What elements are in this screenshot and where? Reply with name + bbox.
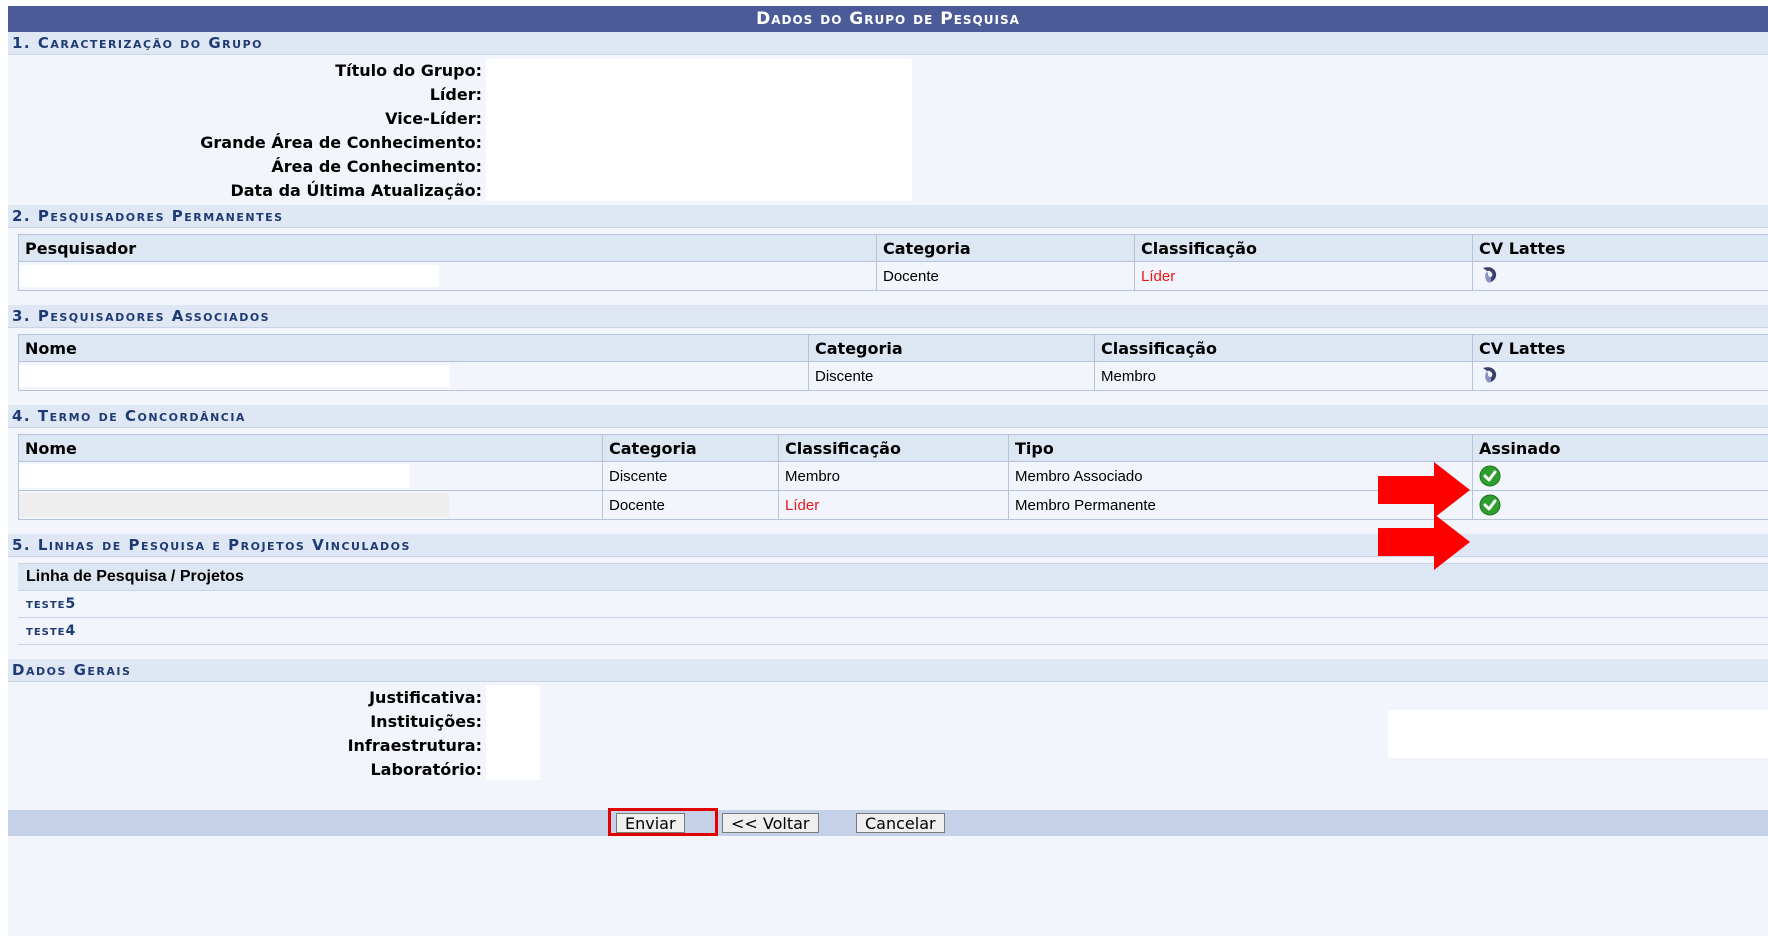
permanentes-table: Pesquisador Categoria Classificação CV L… (18, 234, 1768, 291)
linhas-table-header: Linha de Pesquisa / Projetos (18, 563, 1768, 591)
classificacao-cell: Membro (1094, 361, 1473, 391)
section-dados-gerais-header: Dados Gerais (8, 659, 1768, 682)
voltar-button[interactable]: << Voltar (722, 813, 819, 833)
label-laboratorio: Laboratório: (370, 760, 482, 779)
assinado-cell (1472, 461, 1768, 491)
col-classificacao: Classificação (1134, 234, 1473, 262)
enviar-button[interactable]: Enviar (616, 813, 685, 833)
associados-table: Nome Categoria Classificação CV Lattes D… (18, 334, 1768, 391)
categoria-cell: Discente (808, 361, 1095, 391)
red-arrow-icon (1378, 462, 1470, 518)
list-item: teste4 (18, 618, 1768, 645)
assinado-cell (1472, 490, 1768, 520)
redacted-name (19, 365, 449, 387)
list-item: teste5 (18, 591, 1768, 618)
section-linhas-header: 5. Linhas de Pesquisa e Projetos Vincula… (8, 534, 1768, 557)
col-classificacao: Classificação (1094, 334, 1473, 362)
label-area: Área de Conhecimento: (271, 157, 482, 176)
page-title: Dados do Grupo de Pesquisa (8, 6, 1768, 32)
table-header-row: Nome Categoria Classificação CV Lattes (18, 334, 1768, 362)
table-row: Discente Membro (18, 361, 1768, 391)
section-permanentes-header: 2. Pesquisadores Permanentes (8, 205, 1768, 228)
label-data-atualizacao: Data da Última Atualização: (230, 181, 482, 200)
form-row-data-atualizacao: Data da Última Atualização: (8, 179, 1768, 203)
cv-lattes-icon[interactable] (1479, 265, 1499, 287)
research-group-panel: Dados do Grupo de Pesquisa 1. Caracteriz… (8, 6, 1768, 936)
label-vice-lider: Vice-Líder: (385, 109, 482, 128)
label-lider: Líder: (429, 85, 482, 104)
pesquisador-name-cell (18, 261, 877, 291)
categoria-cell: Discente (602, 461, 779, 491)
cv-lattes-cell (1472, 361, 1768, 391)
classificacao-cell: Membro (778, 461, 1009, 491)
classificacao-cell: Líder (778, 490, 1009, 520)
col-nome: Nome (18, 334, 809, 362)
nome-cell (18, 361, 809, 391)
form-row-titulo: Título do Grupo: (8, 59, 1768, 83)
form-row-infraestrutura: Infraestrutura: (8, 734, 1768, 758)
action-bar: Enviar << Voltar Cancelar (8, 808, 1768, 836)
nome-cell (18, 490, 603, 520)
col-categoria: Categoria (808, 334, 1095, 362)
classificacao-cell: Líder (1134, 261, 1473, 291)
cancelar-button[interactable]: Cancelar (856, 813, 945, 833)
section-termo-header: 4. Termo de Concordância (8, 405, 1768, 428)
redacted-name (19, 464, 409, 488)
dados-gerais-form: Justificativa: Instituições: Infraestrut… (8, 682, 1768, 782)
col-classificacao: Classificação (778, 434, 1009, 462)
table-row: Docente Líder (18, 261, 1768, 291)
cv-lattes-cell (1472, 261, 1768, 291)
form-row-grande-area: Grande Área de Conhecimento: (8, 131, 1768, 155)
redacted-name (19, 493, 449, 517)
col-categoria: Categoria (602, 434, 779, 462)
form-row-instituicoes: Instituições: (8, 710, 1768, 734)
redacted-name (19, 265, 439, 287)
form-row-justificativa: Justificativa: (8, 686, 1768, 710)
col-cv-lattes: CV Lattes (1472, 334, 1768, 362)
caracterizacao-form: Título do Grupo: Líder: Vice-Líder: Gran… (8, 55, 1768, 205)
table-row: Discente Membro Membro Associado (18, 461, 1768, 491)
form-row-lider: Líder: (8, 83, 1768, 107)
signed-check-icon (1479, 465, 1501, 487)
form-row-area: Área de Conhecimento: (8, 155, 1768, 179)
col-cv-lattes: CV Lattes (1472, 234, 1768, 262)
table-header-row: Nome Categoria Classificação Tipo Assina… (18, 434, 1768, 462)
signed-check-icon (1479, 494, 1501, 516)
section-caracterizacao-header: 1. Caracterização do Grupo (8, 32, 1768, 55)
termo-table: Nome Categoria Classificação Tipo Assina… (18, 434, 1768, 520)
col-pesquisador: Pesquisador (18, 234, 877, 262)
cv-lattes-icon[interactable] (1479, 365, 1499, 387)
table-row: Docente Líder Membro Permanente (18, 490, 1768, 520)
categoria-cell: Docente (602, 490, 779, 520)
form-row-vice-lider: Vice-Líder: (8, 107, 1768, 131)
form-row-laboratorio: Laboratório: (8, 758, 1768, 782)
label-grande-area: Grande Área de Conhecimento: (200, 133, 482, 152)
label-infraestrutura: Infraestrutura: (347, 736, 482, 755)
categoria-cell: Docente (876, 261, 1135, 291)
section-associados-header: 3. Pesquisadores Associados (8, 305, 1768, 328)
label-titulo-grupo: Título do Grupo: (335, 61, 482, 80)
label-instituicoes: Instituições: (370, 712, 482, 731)
nome-cell (18, 461, 603, 491)
col-nome: Nome (18, 434, 603, 462)
label-justificativa: Justificativa: (369, 688, 482, 707)
col-categoria: Categoria (876, 234, 1135, 262)
col-assinado: Assinado (1472, 434, 1768, 462)
col-tipo: Tipo (1008, 434, 1473, 462)
red-arrow-icon (1378, 514, 1470, 570)
table-header-row: Pesquisador Categoria Classificação CV L… (18, 234, 1768, 262)
